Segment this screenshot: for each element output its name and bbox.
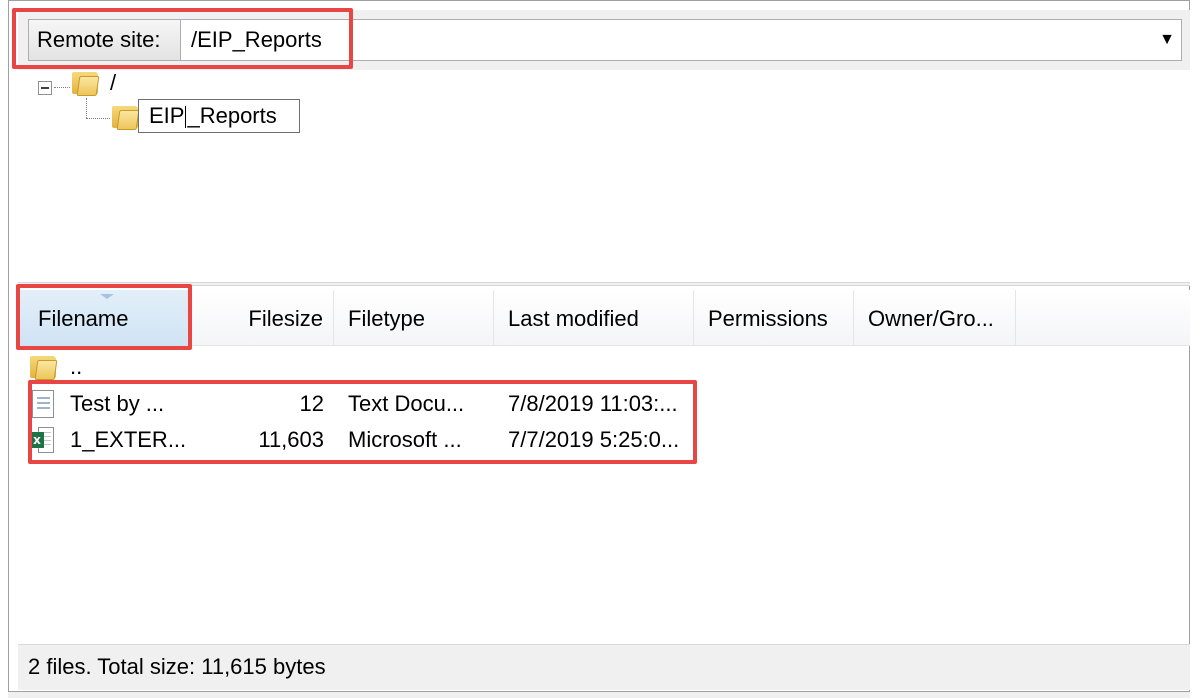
file-name: 1_EXTER... xyxy=(70,427,187,452)
column-label: Filesize xyxy=(248,306,323,331)
file-type: Text Docu... xyxy=(348,391,465,416)
tree-connector xyxy=(86,98,87,118)
text-document-icon xyxy=(32,390,54,418)
column-label: Last modified xyxy=(508,306,639,331)
column-header-owner-group[interactable]: Owner/Gro... xyxy=(854,290,1016,346)
file-name: .. xyxy=(70,354,83,379)
remote-site-path[interactable]: /EIP_Reports xyxy=(191,20,322,60)
collapse-icon[interactable] xyxy=(38,81,52,95)
column-label: Permissions xyxy=(708,306,828,331)
column-label: Filetype xyxy=(348,306,426,331)
column-label: Filename xyxy=(38,306,129,331)
column-header-filesize[interactable]: Filesize xyxy=(188,290,334,346)
remote-site-bar: Remote site: /EIP_Reports ▼ xyxy=(18,10,1190,70)
column-label: Owner/Gro... xyxy=(868,306,994,331)
tree-node-rename-input[interactable]: EIP _Reports xyxy=(138,99,300,133)
pane-splitter[interactable] xyxy=(18,282,1190,286)
table-row[interactable]: Test by ... 12 Text Docu... 7/8/2019 11:… xyxy=(18,387,1190,421)
column-header-filetype[interactable]: Filetype xyxy=(334,290,494,346)
remote-site-label: Remote site: xyxy=(28,19,198,61)
rename-text-after-caret: _Reports xyxy=(187,103,277,128)
folder-icon xyxy=(30,356,58,380)
file-modified: 7/7/2019 5:25:0... xyxy=(508,427,680,452)
column-header-permissions[interactable]: Permissions xyxy=(694,290,854,346)
tree-connector xyxy=(86,118,110,119)
directory-tree: / EIP _Reports xyxy=(18,70,1190,282)
folder-icon[interactable] xyxy=(72,72,100,96)
remote-site-path-combobox[interactable]: /EIP_Reports ▼ xyxy=(180,19,1182,61)
folder-icon[interactable] xyxy=(112,106,140,130)
tree-connector xyxy=(54,87,70,88)
table-row[interactable]: x 1_EXTER... 11,603 Microsoft ... 7/7/20… xyxy=(18,423,1190,457)
status-bar: 2 files. Total size: 11,615 bytes xyxy=(18,644,1190,690)
excel-file-icon: x xyxy=(30,427,56,453)
rename-text-before-caret: EIP xyxy=(149,103,185,128)
sort-ascending-icon xyxy=(100,294,114,299)
pane-bottom-edge xyxy=(8,692,1190,698)
column-header-filename[interactable]: Filename xyxy=(18,290,188,346)
tree-node-root[interactable]: / xyxy=(110,70,116,96)
dropdown-arrow-icon[interactable]: ▼ xyxy=(1153,20,1181,60)
file-name: Test by ... xyxy=(70,391,165,416)
list-item-parent-directory[interactable]: .. xyxy=(18,350,1190,384)
column-header-last-modified[interactable]: Last modified xyxy=(494,290,694,346)
file-size: 11,603 xyxy=(258,427,324,452)
file-modified: 7/8/2019 11:03:... xyxy=(508,391,678,416)
file-type: Microsoft ... xyxy=(348,427,462,452)
file-size: 12 xyxy=(299,391,324,416)
file-list-header: Filename Filesize Filetype Last modified… xyxy=(18,290,1190,346)
